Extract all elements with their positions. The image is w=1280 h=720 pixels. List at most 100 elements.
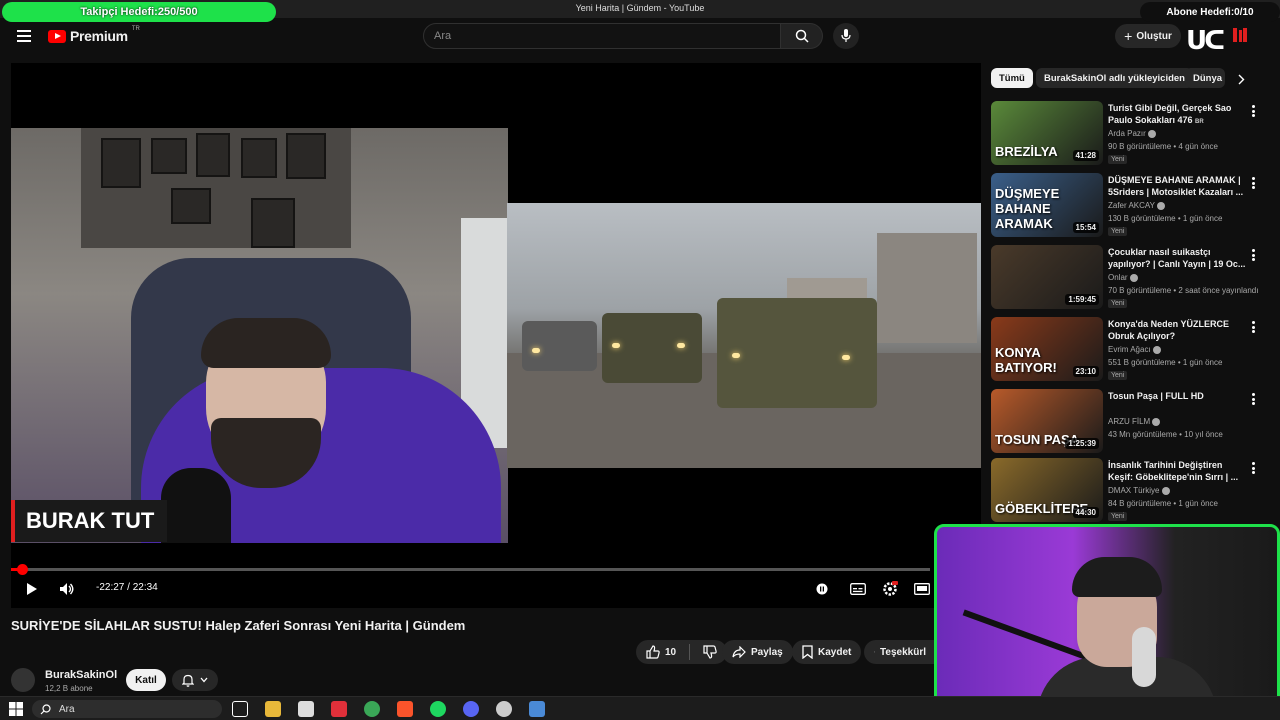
recommendation-item[interactable]: GÖBEKLİTEPE 44:30 İnsanlık Tarihini Değişt… <box>991 458 1261 522</box>
video-thumbnail[interactable]: DÜŞMEYE BAHANE ARAMAK 15:54 <box>991 173 1103 237</box>
share-label: Paylaş <box>751 646 783 658</box>
chrome-icon[interactable] <box>364 701 380 717</box>
more-options-icon[interactable] <box>1252 462 1255 474</box>
search-input[interactable]: Ara <box>423 23 781 49</box>
chip-all[interactable]: Tümü <box>991 68 1033 88</box>
video-title-text: İnsanlık Tarihini Değiştiren Keşif: Göbe… <box>1108 460 1239 482</box>
channel-name[interactable]: Zafer AKCAY <box>1108 201 1166 210</box>
thumbs-down-icon[interactable] <box>703 645 717 659</box>
app-icon-2[interactable] <box>496 701 512 717</box>
video-title[interactable]: Konya'da Neden YÜZLERCE Obruk Açılıyor? <box>1108 318 1246 343</box>
video-thumbnail[interactable]: BREZİLYA 41:28 <box>991 101 1103 165</box>
chip-world[interactable]: Dünya <box>1185 68 1225 88</box>
recommendation-item[interactable]: KONYA BATIYOR! 23:10 Konya'da Neden YÜZLER… <box>991 317 1261 381</box>
channel-name[interactable]: DMAX Türkiye <box>1108 486 1170 495</box>
video-thumbnail[interactable]: TOSUN PAŞA 1:25:39 <box>991 389 1103 453</box>
video-meta: 84 B görüntüleme • 1 gün önce <box>1108 499 1218 508</box>
channel-name[interactable]: Evrim Ağacı <box>1108 345 1161 354</box>
video-thumbnail[interactable]: KONYA BATIYOR! 23:10 <box>991 317 1103 381</box>
brave-icon[interactable] <box>397 701 413 717</box>
taskbar-search[interactable]: Ara <box>32 700 222 718</box>
progress-scrubber[interactable] <box>17 564 29 575</box>
spotify-icon[interactable] <box>430 701 446 717</box>
search-button[interactable] <box>781 23 823 49</box>
like-divider <box>689 644 691 660</box>
channel-name[interactable]: BurakSakinOl <box>45 669 117 681</box>
windows-start-icon[interactable] <box>9 702 23 716</box>
video-player[interactable]: BURAK TUT <box>11 63 981 608</box>
autoplay-icon <box>816 583 828 595</box>
bookmark-icon <box>802 645 813 659</box>
new-badge: Yeni <box>1108 227 1128 236</box>
video-meta: 130 B görüntüleme • 1 gün önce <box>1108 214 1223 223</box>
create-button[interactable]: + Oluştur <box>1115 24 1181 48</box>
save-label: Kaydet <box>818 646 852 658</box>
app-icon[interactable] <box>298 701 314 717</box>
duration-badge: 41:28 <box>1072 150 1099 161</box>
recommendation-item[interactable]: DÜŞMEYE BAHANE ARAMAK 15:54 DÜŞMEYE BAHANE… <box>991 173 1261 237</box>
obs-recorder-icon[interactable] <box>331 701 347 717</box>
microphone-icon <box>841 29 851 42</box>
more-options-icon[interactable] <box>1252 321 1255 333</box>
channel-name-text: Evrim Ağacı <box>1108 345 1151 354</box>
recommendation-item[interactable]: TOSUN PAŞA 1:25:39 Tosun Paşa | FULL HD ARZ… <box>991 389 1261 453</box>
channel-name-text: DMAX Türkiye <box>1108 486 1160 495</box>
discord-icon[interactable] <box>463 701 479 717</box>
video-meta: 43 Mn görüntüleme • 10 yıl önce <box>1108 430 1223 439</box>
channel-name[interactable]: Onlar <box>1108 273 1138 282</box>
subtitles-button[interactable] <box>848 580 868 598</box>
miniplayer-button[interactable] <box>913 580 931 598</box>
settings-button[interactable] <box>880 580 900 598</box>
logo-text: Premium <box>70 28 128 44</box>
miniplayer-icon <box>914 583 930 595</box>
more-options-icon[interactable] <box>1252 249 1255 261</box>
video-meta: 551 B görüntüleme • 1 gün önce <box>1108 358 1223 367</box>
country-flag: BR <box>1195 119 1204 125</box>
channel-name[interactable]: ARZU FİLM <box>1108 417 1161 426</box>
bell-icon <box>182 674 194 687</box>
youtube-logo[interactable]: Premium TR <box>48 26 140 44</box>
volume-button[interactable] <box>56 580 78 598</box>
recommendation-item[interactable]: 1:59:45 Çocuklar nasıl suikastçı yapılıyo… <box>991 245 1261 309</box>
video-title[interactable]: İnsanlık Tarihini Değiştiren Keşif: Göbe… <box>1108 459 1246 484</box>
gear-icon <box>883 581 898 596</box>
thanks-button[interactable]: $ Teşekkürl <box>864 640 936 664</box>
verified-icon <box>1129 273 1138 282</box>
save-button[interactable]: Kaydet <box>792 640 862 664</box>
chip-from-uploader[interactable]: BurakSakinOl adlı yükleyiciden <box>1036 68 1193 88</box>
hamburger-menu-icon[interactable] <box>17 30 31 42</box>
share-icon <box>732 646 746 658</box>
more-options-icon[interactable] <box>1252 105 1255 117</box>
like-button[interactable]: 10 <box>636 640 728 664</box>
name-plate: BURAK TUT <box>11 500 167 542</box>
recommendation-item[interactable]: BREZİLYA 41:28 Turist Gibi Değil, Gerçek S… <box>991 101 1261 165</box>
share-button[interactable]: Paylaş <box>722 640 793 664</box>
video-title[interactable]: Çocuklar nasıl suikastçı yapılıyor? | Ca… <box>1108 246 1246 271</box>
search-bar: Ara <box>423 23 823 49</box>
video-thumbnail[interactable]: 1:59:45 <box>991 245 1103 309</box>
video-title[interactable]: Tosun Paşa | FULL HD <box>1108 390 1246 404</box>
video-title[interactable]: Turist Gibi Değil, Gerçek Sao Paulo Soka… <box>1108 102 1246 127</box>
play-button[interactable] <box>22 580 42 598</box>
notification-bell-button[interactable] <box>172 669 218 691</box>
progress-bar[interactable] <box>11 564 930 575</box>
file-explorer-icon[interactable] <box>265 701 281 717</box>
more-options-icon[interactable] <box>1252 177 1255 189</box>
more-options-icon[interactable] <box>1252 393 1255 405</box>
chevron-right-icon <box>1238 74 1245 85</box>
task-view-icon[interactable] <box>232 701 248 717</box>
verified-icon <box>1152 345 1161 354</box>
autoplay-toggle[interactable] <box>813 580 831 598</box>
voice-search-button[interactable] <box>833 23 859 49</box>
join-button[interactable]: Katıl <box>126 669 166 691</box>
subscriber-goal-badge: Abone Hedefi:0/10 <box>1140 2 1280 22</box>
new-badge: Yeni <box>1108 299 1128 308</box>
thumbnail-text: BREZİLYA <box>995 144 1058 159</box>
brand-red-icon <box>1233 28 1247 42</box>
video-title[interactable]: DÜŞMEYE BAHANE ARAMAK | 5Sriders | Motos… <box>1108 174 1246 199</box>
channel-name[interactable]: Arda Pazır <box>1108 129 1157 138</box>
channel-avatar[interactable] <box>11 668 35 692</box>
video-thumbnail[interactable]: GÖBEKLİTEPE 44:30 <box>991 458 1103 522</box>
chips-next-button[interactable] <box>1238 72 1245 90</box>
notepad-icon[interactable] <box>529 701 545 717</box>
